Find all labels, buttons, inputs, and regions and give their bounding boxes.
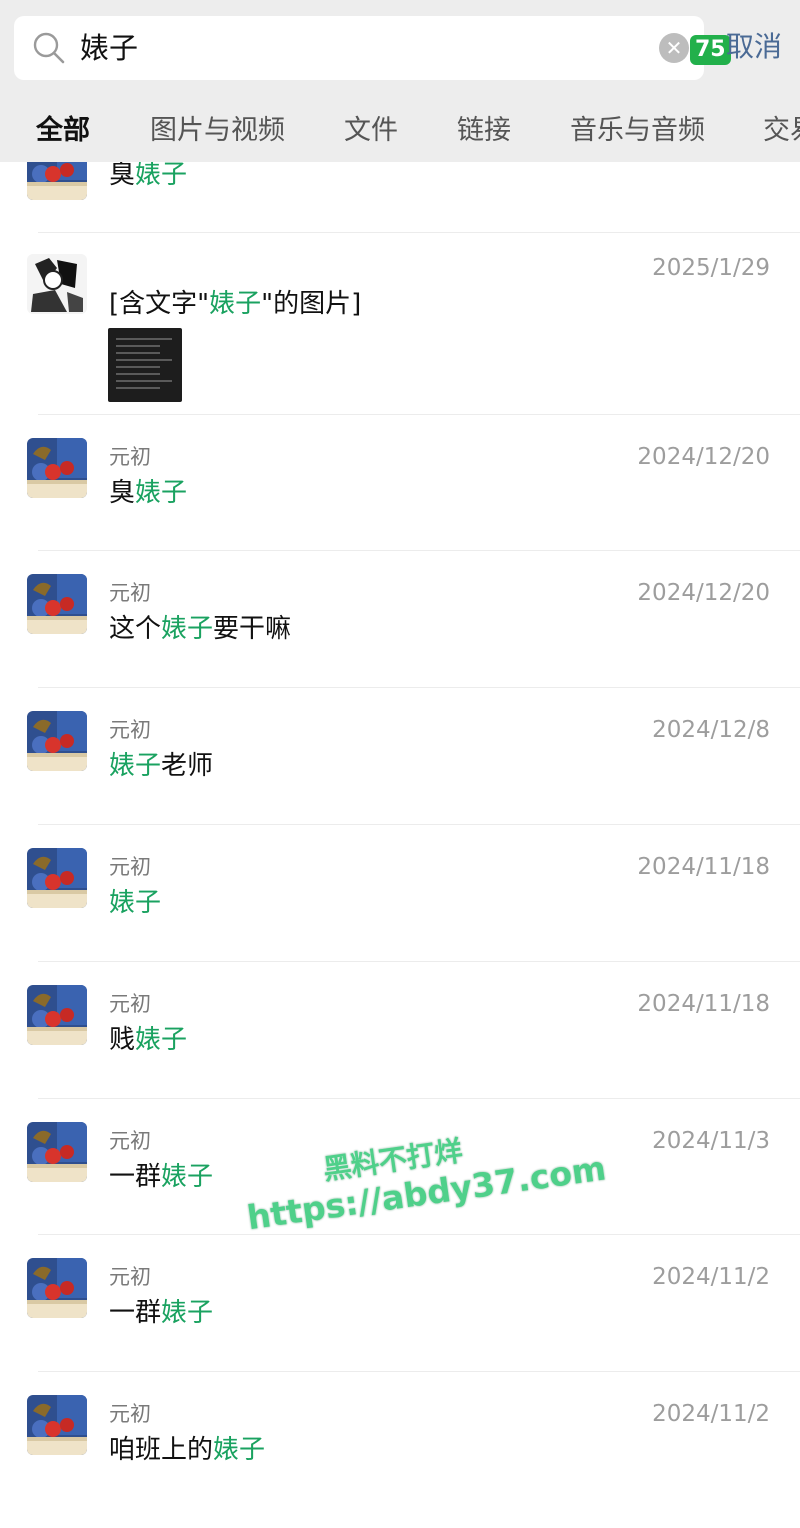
message-fragment: [含文字" (109, 289, 210, 319)
avatar[interactable] (27, 985, 87, 1045)
message-text: 臭婊子 (109, 158, 187, 192)
message-date: 2024/11/2 (652, 1264, 770, 1290)
message-text: 这个婊子要干嘛 (109, 612, 291, 646)
sender-name: 元初 (109, 445, 151, 469)
avatar[interactable] (27, 574, 87, 634)
message-text: 臭婊子 (109, 476, 187, 510)
avatar[interactable] (27, 1258, 87, 1318)
row-divider (38, 1234, 800, 1235)
keyword-highlight: 婊子 (213, 1435, 266, 1465)
message-date: 2025/1/29 (652, 255, 770, 281)
keyword-highlight: 婊子 (135, 160, 188, 190)
sender-name: 元初 (109, 855, 151, 879)
sender-name: 元初 (109, 581, 151, 605)
message-text: [含文字"婊子"的图片] (109, 287, 361, 321)
keyword-highlight: 婊子 (109, 751, 162, 781)
result-item[interactable]: 元初 2024/12/20 这个婊子要干嘛 (0, 550, 800, 686)
tab-transactions[interactable]: 交易 (763, 108, 800, 154)
message-date: 2024/11/18 (637, 991, 770, 1017)
result-item[interactable]: 元初 2024/12/20 臭婊子 (0, 414, 800, 550)
row-divider (38, 414, 800, 415)
avatar[interactable] (27, 848, 87, 908)
row-divider (38, 824, 800, 825)
row-divider (38, 687, 800, 688)
tab-music-audio[interactable]: 音乐与音频 (570, 108, 705, 154)
message-fragment: 要干嘛 (213, 614, 292, 644)
keyword-highlight: 婊子 (161, 1162, 214, 1192)
sender-name: 元初 (109, 1129, 151, 1153)
result-item[interactable]: 元初 2024/11/2 咱班上的婊子 (0, 1371, 800, 1507)
tab-images-videos[interactable]: 图片与视频 (150, 108, 285, 154)
result-item[interactable]: 2025/1/29 [含文字"婊子"的图片] (0, 232, 800, 402)
message-fragment: 咱班上的 (109, 1435, 214, 1465)
cancel-button[interactable]: 取消 (726, 28, 782, 66)
avatar[interactable] (27, 254, 87, 314)
message-date: 2024/11/3 (652, 1128, 770, 1154)
row-divider (38, 232, 800, 233)
keyword-highlight: 婊子 (135, 1025, 188, 1055)
row-divider (38, 961, 800, 962)
unread-badge: 75 (690, 35, 731, 65)
keyword-highlight: 婊子 (161, 614, 214, 644)
row-divider (38, 1371, 800, 1372)
result-item[interactable]: 元初 2024/12/8 婊子老师 (0, 687, 800, 823)
filter-tabs: 全部 图片与视频 文件 链接 音乐与音频 交易 (0, 108, 800, 158)
message-date: 2024/12/8 (652, 717, 770, 743)
message-text: 一群婊子 (109, 1160, 213, 1194)
message-fragment: 老师 (161, 751, 214, 781)
tab-files[interactable]: 文件 (344, 108, 398, 154)
message-date: 2024/12/20 (637, 444, 770, 470)
result-item[interactable]: 元初 2024/11/18 贱婊子 (0, 961, 800, 1097)
result-item[interactable]: 元初 2024/11/18 婊子 (0, 824, 800, 960)
search-header: 婊子 ✕ 75 取消 全部 图片与视频 文件 链接 音乐与音频 交易 (0, 0, 800, 162)
image-thumbnail[interactable] (108, 328, 182, 402)
message-text: 咱班上的婊子 (109, 1433, 265, 1467)
message-date: 2024/11/18 (637, 854, 770, 880)
sender-name: 元初 (109, 992, 151, 1016)
search-query-text: 婊子 (80, 31, 139, 65)
search-icon (33, 32, 65, 64)
keyword-highlight: 婊子 (209, 289, 262, 319)
message-text: 婊子老师 (109, 749, 213, 783)
message-fragment: 一群 (109, 1298, 162, 1328)
message-text: 一群婊子 (109, 1296, 213, 1330)
message-date: 2024/11/2 (652, 1401, 770, 1427)
message-text: 婊子 (109, 886, 161, 920)
message-fragment: 臭 (109, 160, 136, 190)
clear-icon[interactable]: ✕ (659, 33, 689, 63)
tab-all[interactable]: 全部 (36, 108, 90, 154)
message-fragment: 臭 (109, 478, 136, 508)
search-input[interactable]: 婊子 ✕ (14, 16, 704, 80)
message-fragment: 一群 (109, 1162, 162, 1192)
keyword-highlight: 婊子 (109, 888, 162, 918)
row-divider (38, 1098, 800, 1099)
avatar[interactable] (27, 438, 87, 498)
message-fragment: "的图片] (261, 289, 362, 319)
avatar[interactable] (27, 1395, 87, 1455)
message-fragment: 贱 (109, 1025, 136, 1055)
message-date: 2024/12/20 (637, 580, 770, 606)
sender-name: 元初 (109, 1402, 151, 1426)
avatar[interactable] (27, 711, 87, 771)
message-text: 贱婊子 (109, 1023, 187, 1057)
message-fragment: 这个 (109, 614, 162, 644)
sender-name: 元初 (109, 718, 151, 742)
sender-name: 元初 (109, 1265, 151, 1289)
row-divider (38, 550, 800, 551)
result-item[interactable]: 元初 2024/11/2 一群婊子 (0, 1234, 800, 1370)
keyword-highlight: 婊子 (161, 1298, 214, 1328)
keyword-highlight: 婊子 (135, 478, 188, 508)
tab-links[interactable]: 链接 (457, 108, 511, 154)
avatar[interactable] (27, 1122, 87, 1182)
